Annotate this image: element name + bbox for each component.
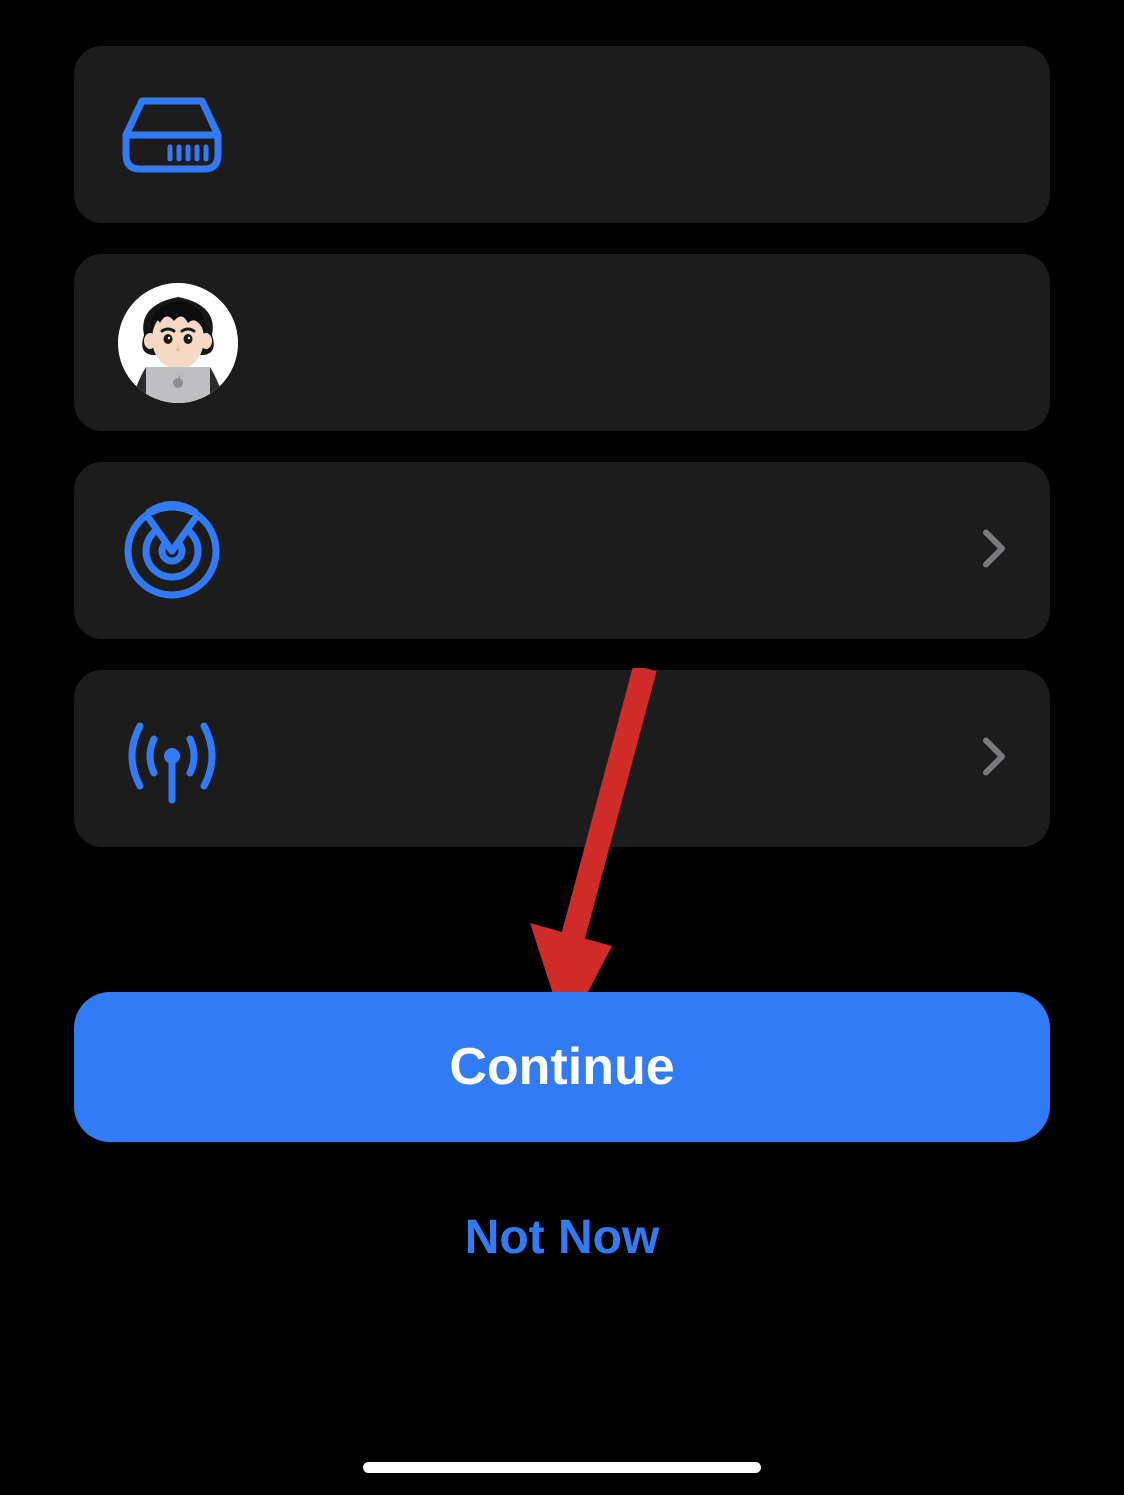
- storage-drive-icon: [122, 85, 222, 185]
- card-find-my[interactable]: [74, 462, 1050, 639]
- home-indicator[interactable]: [363, 1462, 761, 1473]
- card-broadcast[interactable]: [74, 670, 1050, 847]
- radar-icon: [122, 501, 222, 601]
- buttons-area: Continue Not Now: [74, 992, 1050, 1265]
- card-account[interactable]: [74, 254, 1050, 431]
- chevron-right-icon: [982, 736, 1006, 781]
- continue-button[interactable]: Continue: [74, 992, 1050, 1142]
- not-now-button[interactable]: Not Now: [465, 1210, 660, 1265]
- card-storage[interactable]: [74, 46, 1050, 223]
- avatar: [118, 283, 238, 403]
- card-list: [0, 0, 1124, 847]
- chevron-right-icon: [982, 528, 1006, 573]
- broadcast-icon: [122, 709, 222, 809]
